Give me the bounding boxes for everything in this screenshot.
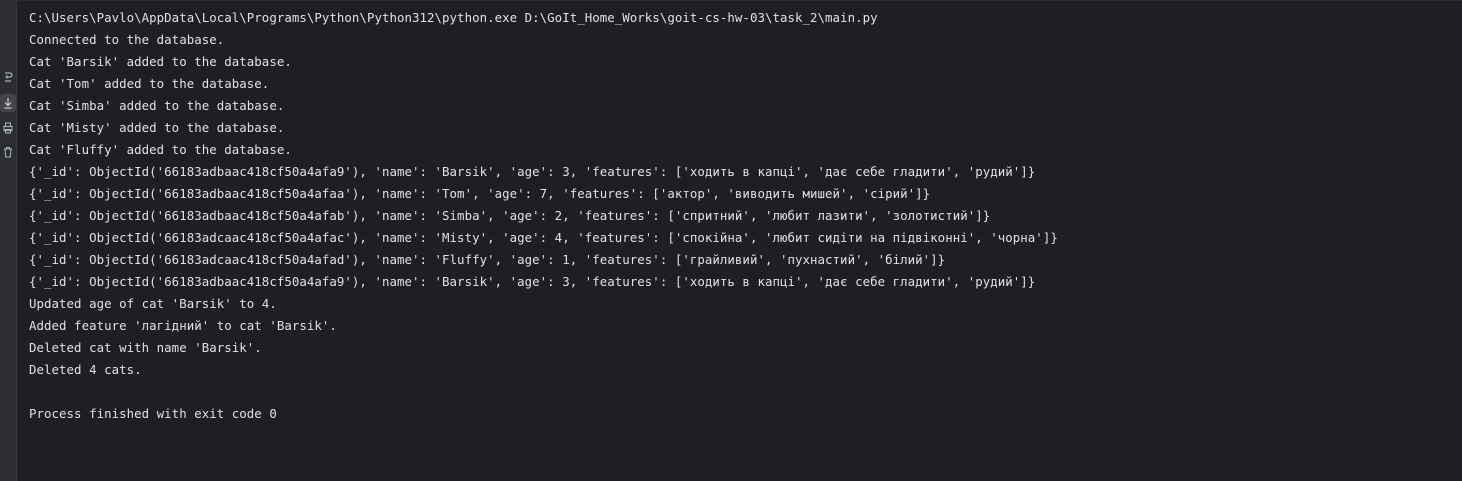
console-output[interactable]: C:\Users\Pavlo\AppData\Local\Programs\Py… (29, 7, 1462, 425)
console-line: Cat 'Misty' added to the database. (29, 120, 285, 135)
print-button[interactable] (0, 119, 16, 137)
trash-icon (3, 146, 13, 158)
run-console-window: C:\Users\Pavlo\AppData\Local\Programs\Py… (0, 0, 1462, 481)
console-line: Deleted 4 cats. (29, 362, 142, 377)
scroll-to-end-button[interactable] (0, 94, 16, 112)
console-line: {'_id': ObjectId('66183adbaac418cf50a4af… (29, 274, 1036, 289)
console-line: {'_id': ObjectId('66183adcaac418cf50a4af… (29, 230, 1058, 245)
console-line: {'_id': ObjectId('66183adbaac418cf50a4af… (29, 164, 1036, 179)
soft-wrap-button[interactable] (0, 68, 16, 86)
console-line: Connected to the database. (29, 32, 225, 47)
console-line: Cat 'Simba' added to the database. (29, 98, 285, 113)
print-icon (3, 122, 13, 134)
console-line: {'_id': ObjectId('66183adbaac418cf50a4af… (29, 208, 991, 223)
console-toolbar (0, 1, 17, 481)
clear-all-button[interactable] (0, 143, 16, 161)
console-line: Added feature 'лагідний' to cat 'Barsik'… (29, 318, 337, 333)
console-line-command: C:\Users\Pavlo\AppData\Local\Programs\Py… (29, 10, 878, 25)
console-line-exit-status: Process finished with exit code 0 (29, 406, 277, 421)
console-line: Updated age of cat 'Barsik' to 4. (29, 296, 277, 311)
console-line: Cat 'Tom' added to the database. (29, 76, 270, 91)
soft-wrap-icon (3, 71, 13, 83)
console-line: Cat 'Barsik' added to the database. (29, 54, 292, 69)
console-line: Deleted cat with name 'Barsik'. (29, 340, 262, 355)
console-line: {'_id': ObjectId('66183adbaac418cf50a4af… (29, 186, 931, 201)
scroll-to-end-icon (3, 97, 13, 109)
console-line: Cat 'Fluffy' added to the database. (29, 142, 292, 157)
console-line: {'_id': ObjectId('66183adcaac418cf50a4af… (29, 252, 946, 267)
